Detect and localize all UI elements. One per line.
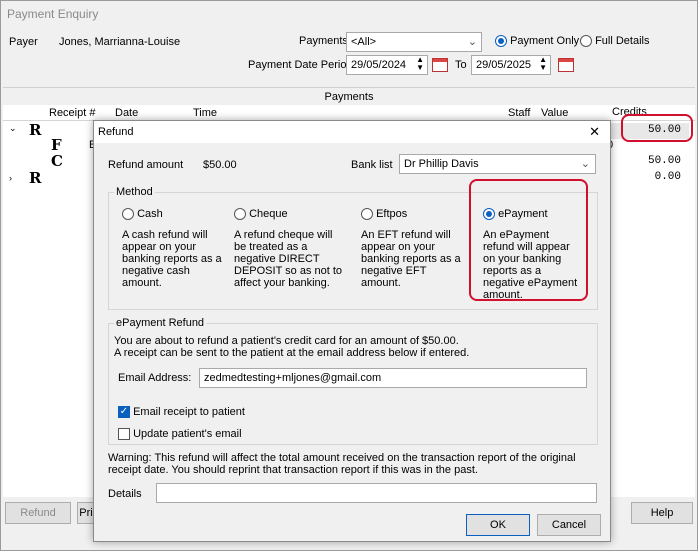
refund-button[interactable]: Refund [5, 502, 71, 524]
bank-list-select[interactable]: Dr Phillip Davis ⌄ [399, 154, 596, 174]
epayment-info-1: You are about to refund a patient's cred… [114, 335, 459, 347]
warning-text: Warning: This refund will affect the tot… [108, 452, 576, 476]
refund-amount-label: Refund amount [108, 159, 184, 171]
grid-header: Receipt # Date Time Staff Value Credits [3, 105, 695, 121]
col-time[interactable]: Time [193, 107, 217, 119]
epayment-info-2: A receipt can be sent to the patient at … [114, 347, 470, 359]
email-value: zedmedtesting+mljones@gmail.com [204, 372, 382, 384]
dialog-titlebar: Refund ✕ [94, 121, 610, 143]
epayment-section-label: ePayment Refund [114, 317, 207, 329]
radio-selected-icon [495, 35, 507, 48]
method-label: Method [114, 186, 155, 198]
payments-select[interactable]: <All> ⌄ [346, 32, 482, 52]
payments-label: Payments [299, 35, 348, 47]
cash-label: Cash [137, 208, 163, 220]
checkbox-unchecked-icon [118, 428, 130, 441]
receipt-row-glyph: R [29, 169, 42, 187]
col-staff[interactable]: Staff [508, 107, 530, 119]
date-to-value: 29/05/2025 [476, 59, 532, 71]
radio-unselected-icon [361, 208, 373, 221]
row-glyph: C [51, 152, 63, 170]
payer-name: Jones, Marrianna-Louise [59, 36, 181, 48]
eftpos-label: Eftpos [376, 208, 408, 220]
window-title: Payment Enquiry [7, 7, 99, 21]
chevron-down-icon: ⌄ [580, 158, 590, 170]
cash-radio[interactable]: Cash [122, 208, 163, 221]
help-button[interactable]: Help [631, 502, 693, 524]
eftpos-desc: An EFT refund will appear on your bankin… [361, 229, 461, 289]
credit-highlight [621, 114, 693, 142]
date-to-field[interactable]: 29/05/2025 ▲ ▼ [471, 55, 551, 75]
details-input[interactable] [156, 483, 597, 503]
chevron-right-icon[interactable]: › [9, 173, 12, 183]
spinner-icon[interactable]: ▲ ▼ [539, 56, 547, 72]
to-label: To [455, 59, 467, 71]
period-label: Payment Date Period [248, 59, 353, 71]
checkbox-checked-icon: ✓ [118, 406, 130, 419]
payer-label: Payer [9, 36, 38, 48]
update-email-label: Update patient's email [133, 428, 242, 440]
email-receipt-label: Email receipt to patient [133, 406, 245, 418]
ok-button[interactable]: OK [466, 514, 530, 536]
email-label: Email Address: [118, 372, 192, 384]
cancel-button[interactable]: Cancel [537, 514, 601, 536]
col-value[interactable]: Value [541, 107, 568, 119]
eftpos-radio[interactable]: Eftpos [361, 208, 408, 221]
dialog-title: Refund [98, 126, 134, 138]
cash-desc: A cash refund will appear on your bankin… [122, 229, 222, 289]
refund-dialog: Refund ✕ Refund amount $50.00 Bank list … [93, 120, 611, 542]
update-email-checkbox[interactable]: Update patient's email [118, 428, 242, 441]
chevron-down-icon: ⌄ [467, 36, 477, 48]
refund-amount-value: $50.00 [203, 159, 237, 171]
radio-unselected-icon [580, 35, 592, 48]
close-icon[interactable]: ✕ [589, 124, 600, 140]
date-from-value: 29/05/2024 [351, 59, 407, 71]
cheque-desc: A refund cheque will be treated as a neg… [234, 229, 343, 289]
payment-only-radio[interactable]: Payment Only [495, 35, 580, 48]
full-details-label: Full Details [595, 35, 650, 47]
email-input[interactable]: zedmedtesting+mljones@gmail.com [199, 368, 587, 388]
col-date[interactable]: Date [115, 107, 138, 119]
credit-value: 0.00 [654, 171, 681, 183]
calendar-icon[interactable] [558, 58, 574, 72]
receipt-row-glyph: R [29, 121, 42, 139]
credit-value: 50.00 [647, 155, 681, 167]
spinner-icon[interactable]: ▲ ▼ [416, 56, 424, 72]
radio-unselected-icon [234, 208, 246, 221]
payment-only-label: Payment Only [510, 35, 580, 47]
col-receipt[interactable]: Receipt # [49, 107, 95, 119]
cheque-radio[interactable]: Cheque [234, 208, 288, 221]
payments-select-value: <All> [351, 36, 377, 48]
chevron-down-icon[interactable]: ⌄ [9, 123, 17, 134]
details-label: Details [108, 488, 142, 500]
date-from-field[interactable]: 29/05/2024 ▲ ▼ [346, 55, 428, 75]
full-details-radio[interactable]: Full Details [580, 35, 650, 48]
calendar-icon[interactable] [432, 58, 448, 72]
payments-section-label: Payments [3, 87, 695, 104]
cheque-label: Cheque [249, 208, 288, 220]
bank-list-value: Dr Phillip Davis [404, 158, 479, 170]
bank-list-label: Bank list [351, 159, 393, 171]
radio-unselected-icon [122, 208, 134, 221]
epayment-highlight [469, 179, 588, 301]
email-receipt-checkbox[interactable]: ✓ Email receipt to patient [118, 406, 245, 419]
